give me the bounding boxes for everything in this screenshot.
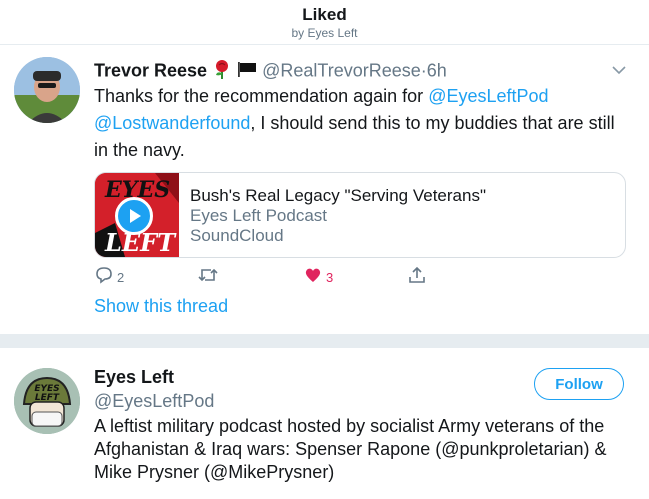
rose-icon (214, 59, 230, 84)
tweet-header: Trevor Reese @RealTrevorReese·6h (94, 59, 447, 84)
play-icon[interactable] (115, 197, 153, 235)
author-handle[interactable]: @RealTrevorReese (262, 60, 421, 80)
page-subtitle: by Eyes Left (291, 26, 358, 40)
avatar[interactable] (14, 57, 80, 123)
tweet-actions: 2 3 (94, 265, 624, 290)
share-icon (407, 265, 427, 290)
share-button[interactable] (407, 265, 427, 290)
like-button[interactable]: 3 (303, 267, 333, 287)
avatar-text-bottom: LEFT (35, 393, 60, 403)
tweet-text-part: Thanks for the recommendation again for (94, 86, 429, 106)
reply-count: 2 (117, 269, 125, 285)
black-flag-icon (237, 60, 257, 83)
card-source: SoundCloud (190, 226, 284, 245)
page-header: Liked by Eyes Left (0, 0, 649, 45)
profile-avatar[interactable]: EYES LEFT (14, 368, 80, 434)
retweet-button[interactable] (197, 267, 222, 287)
tweet-text: Thanks for the recommendation again for … (94, 83, 624, 164)
chevron-down-icon[interactable] (610, 63, 628, 77)
mention-link[interactable]: @Lostwanderfound (94, 113, 250, 133)
card-title: Bush's Real Legacy "Serving Veterans" (190, 186, 486, 205)
profile-card[interactable]: EYES LEFT Eyes Left @EyesLeftPod Follow … (0, 348, 649, 499)
link-card[interactable]: EYES LEFT Bush's Real Legacy "Serving Ve… (94, 172, 626, 258)
author-name[interactable]: Trevor Reese (94, 60, 207, 80)
mention-link[interactable]: @EyesLeftPod (428, 86, 548, 106)
like-count: 3 (326, 269, 334, 285)
card-subtitle: Eyes Left Podcast (190, 206, 328, 225)
profile-handle[interactable]: @EyesLeftPod (94, 391, 214, 412)
page-title: Liked (302, 5, 347, 24)
follow-button[interactable]: Follow (534, 368, 624, 400)
tweet[interactable]: Trevor Reese @RealTrevorReese·6h Thanks … (0, 45, 649, 333)
profile-bio: A leftist military podcast hosted by soc… (94, 416, 607, 482)
profile-name[interactable]: Eyes Left (94, 367, 174, 388)
reply-button[interactable]: 2 (94, 265, 125, 290)
tweet-time[interactable]: 6h (427, 60, 447, 80)
reply-icon (94, 265, 114, 290)
heart-icon (303, 265, 323, 290)
show-thread-link[interactable]: Show this thread (94, 296, 228, 317)
retweet-icon (197, 265, 219, 290)
section-divider (0, 334, 649, 348)
card-thumbnail[interactable]: EYES LEFT (95, 173, 179, 257)
